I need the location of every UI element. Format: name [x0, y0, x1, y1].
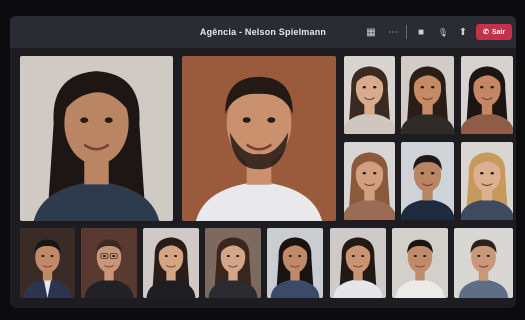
participant-video-tile[interactable]: [143, 228, 199, 298]
participant-portrait: [461, 56, 513, 134]
participant-portrait: [344, 142, 395, 220]
participant-video-tile[interactable]: [330, 228, 386, 298]
participant-video-tile[interactable]: [401, 142, 454, 220]
participant-portrait: [401, 142, 454, 220]
participant-portrait: [401, 56, 454, 134]
participant-portrait: [267, 228, 323, 298]
participant-video-tile[interactable]: [392, 228, 448, 298]
participant-portrait: [205, 228, 261, 298]
layout-icon[interactable]: ▦: [362, 24, 380, 40]
participant-video-tile[interactable]: [267, 228, 323, 298]
participant-portrait: [20, 228, 75, 298]
participant-video-tile[interactable]: [344, 56, 395, 134]
participant-video-tile[interactable]: [20, 56, 173, 221]
participant-portrait: [392, 228, 448, 298]
share-screen-icon[interactable]: ⬆: [454, 24, 472, 40]
participant-video-tile[interactable]: [454, 228, 513, 298]
participant-video-tile[interactable]: [205, 228, 261, 298]
participant-portrait: [461, 142, 513, 220]
leave-button[interactable]: ✆ Sair: [476, 24, 512, 40]
participant-portrait: [454, 228, 513, 298]
participant-portrait: [81, 228, 137, 298]
participant-video-tile[interactable]: [182, 56, 336, 221]
phone-hangup-icon: ✆: [482, 29, 489, 36]
participant-video-tile[interactable]: [344, 142, 395, 220]
microphone-icon[interactable]: 🎙: [434, 24, 452, 40]
participant-portrait: [330, 228, 386, 298]
participant-portrait: [344, 56, 395, 134]
participant-video-tile[interactable]: [461, 142, 513, 220]
more-options-icon[interactable]: ⋯: [384, 24, 402, 40]
participant-video-tile[interactable]: [20, 228, 75, 298]
participant-video-tile[interactable]: [81, 228, 137, 298]
participant-portrait: [20, 56, 173, 221]
camera-icon[interactable]: ■: [412, 24, 430, 40]
title-bar: Agência - Nelson Spielmann ▦ ⋯ ■ 🎙 ⬆ ✆ S…: [10, 16, 516, 48]
participant-video-tile[interactable]: [461, 56, 513, 134]
participant-portrait: [143, 228, 199, 298]
meeting-window: Agência - Nelson Spielmann ▦ ⋯ ■ 🎙 ⬆ ✆ S…: [10, 16, 516, 308]
participant-video-tile[interactable]: [401, 56, 454, 134]
toolbar-divider: [406, 25, 407, 39]
participant-portrait: [182, 56, 336, 221]
leave-button-label: Sair: [491, 28, 506, 36]
